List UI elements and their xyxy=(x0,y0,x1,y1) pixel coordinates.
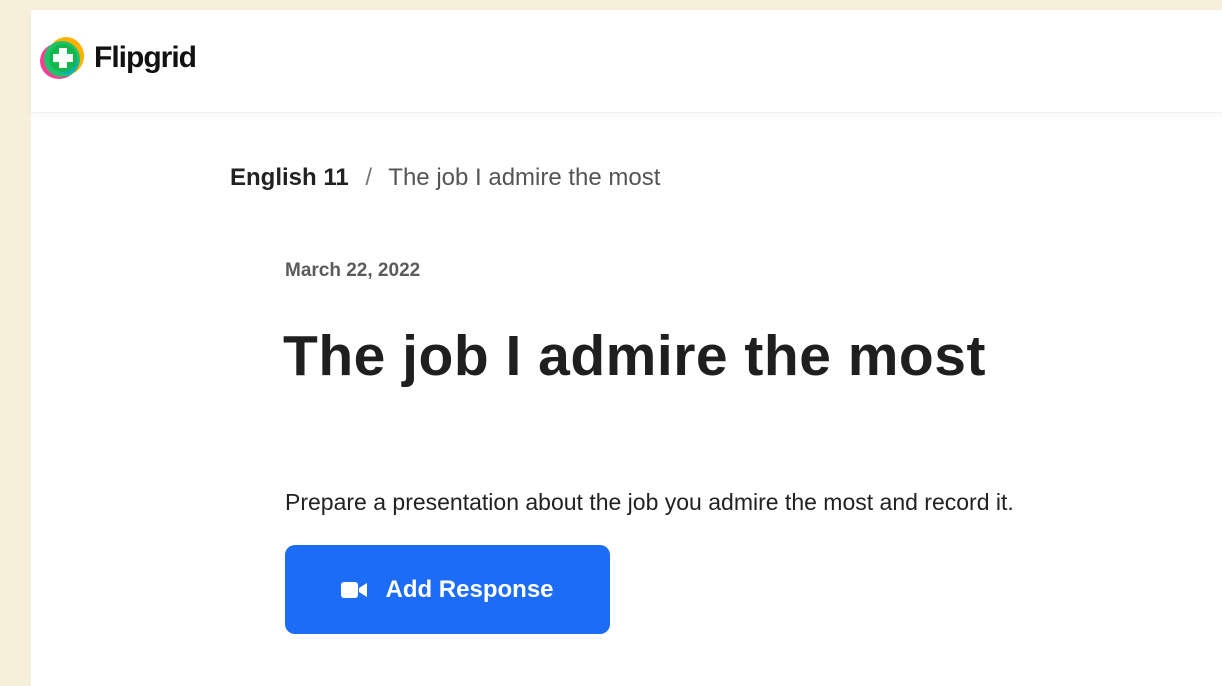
breadcrumb-separator: / xyxy=(365,164,373,191)
add-response-label: Add Response xyxy=(385,575,554,603)
page-container: Flipgrid English 11 / The job I admire t… xyxy=(31,10,1222,686)
add-response-button[interactable]: Add Response xyxy=(285,545,610,634)
breadcrumb-current: The job I admire the most xyxy=(388,164,661,191)
breadcrumb-course-link[interactable]: English 11 xyxy=(230,164,349,191)
breadcrumb: English 11 / The job I admire the most xyxy=(230,164,660,192)
flipgrid-logo-icon xyxy=(38,34,86,82)
topic-date: March 22, 2022 xyxy=(285,260,421,281)
topic-title: The job I admire the most xyxy=(283,324,986,388)
flipgrid-logo[interactable]: Flipgrid xyxy=(38,28,197,88)
logo-text: Flipgrid xyxy=(94,41,197,74)
top-header: Flipgrid xyxy=(31,10,1222,113)
video-camera-icon xyxy=(341,580,369,600)
topic-prompt: Prepare a presentation about the job you… xyxy=(285,489,1014,515)
